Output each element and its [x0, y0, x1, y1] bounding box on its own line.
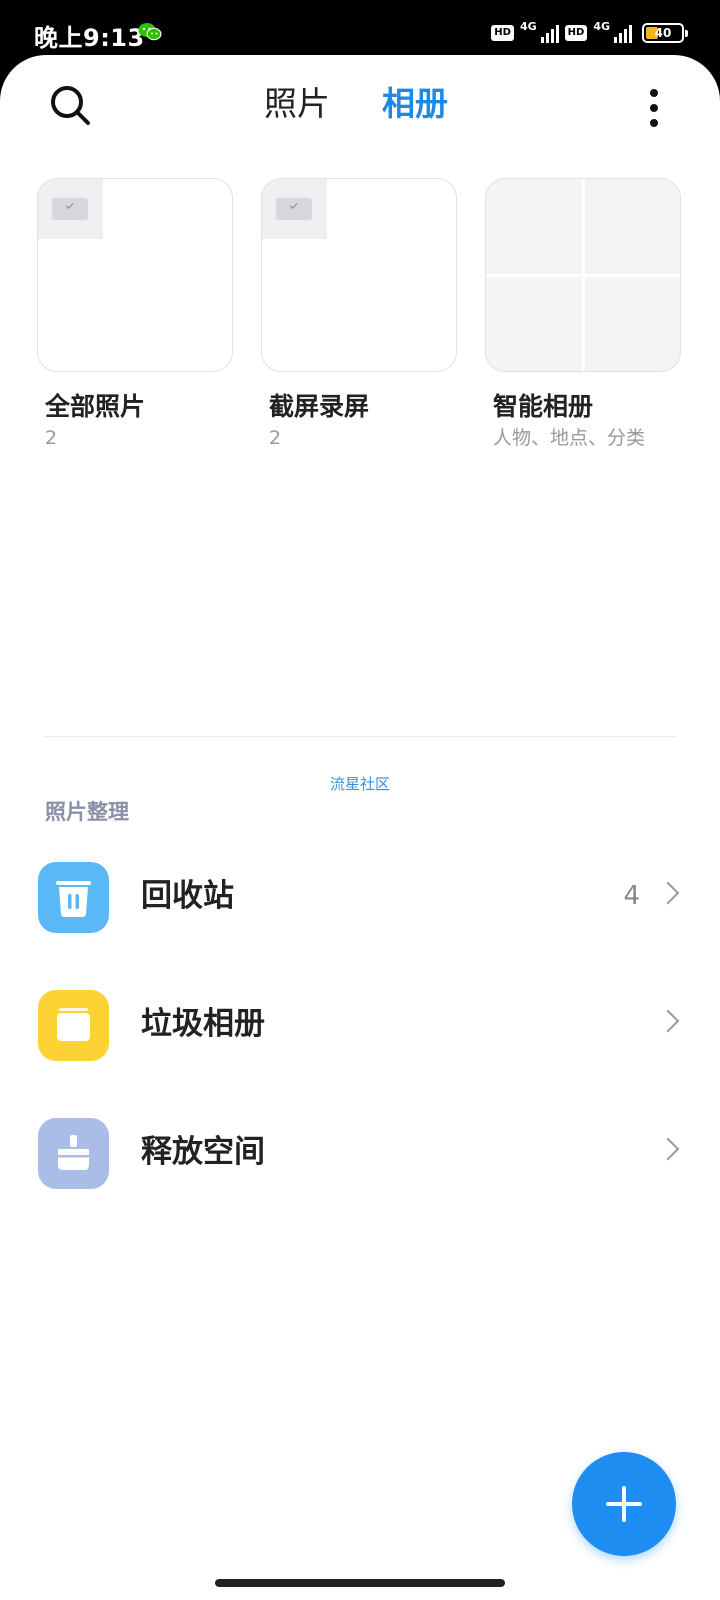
row-label: 释放空间	[141, 1134, 265, 1170]
trash-icon	[38, 862, 109, 933]
more-vertical-icon[interactable]	[640, 85, 668, 131]
album-thumbnail[interactable]	[37, 178, 233, 372]
album-name: 智能相册	[493, 392, 594, 421]
recycle-bin-row[interactable]: 回收站 4	[0, 842, 720, 952]
tab-albums[interactable]: 相册	[382, 81, 448, 127]
junk-album-icon	[38, 990, 109, 1061]
chevron-right-icon	[656, 1137, 680, 1161]
network-type: 4G	[593, 20, 610, 33]
hd-badge: HD	[564, 25, 588, 41]
album-count: 2	[45, 427, 58, 449]
album-thumbnail[interactable]	[485, 178, 681, 372]
junk-album-row[interactable]: 垃圾相册	[0, 970, 720, 1080]
free-space-row[interactable]: 释放空间	[0, 1098, 720, 1208]
status-time: 晚上9:13	[34, 24, 145, 52]
gallery-app: 照片 相册 全部照片 2 截屏录屏 2 智能相册 人物、地点、分类 流星社区 照…	[0, 55, 720, 1600]
chevron-right-icon	[656, 1009, 680, 1033]
top-bar: 照片 相册	[0, 55, 720, 155]
hd-badge: HD	[491, 25, 514, 41]
album-name: 全部照片	[45, 392, 146, 421]
screenshot-thumbnail	[38, 179, 103, 239]
home-indicator[interactable]	[215, 1579, 505, 1587]
watermark: 流星社区	[329, 775, 390, 793]
album-subtitle: 人物、地点、分类	[493, 427, 646, 449]
album-thumbnail[interactable]	[261, 178, 457, 372]
search-icon[interactable]	[48, 83, 94, 129]
section-title: 照片整理	[45, 800, 129, 824]
status-indicators: HD 4G HD 4G 40	[491, 20, 688, 46]
network-type: 4G	[519, 20, 537, 33]
album-screenshots[interactable]: 截屏录屏 2	[261, 178, 457, 452]
album-all-photos[interactable]: 全部照片 2	[37, 178, 233, 452]
battery-icon: 40	[642, 23, 688, 43]
divider	[44, 736, 676, 737]
signal-icon	[614, 23, 632, 43]
album-name: 截屏录屏	[269, 392, 370, 421]
wechat-icon	[138, 22, 162, 42]
album-count: 2	[269, 427, 282, 449]
screenshot-thumbnail	[262, 179, 327, 239]
row-label: 回收站	[141, 878, 234, 914]
tab-photos[interactable]: 照片	[264, 81, 330, 127]
battery-level: 40	[654, 26, 672, 40]
album-smart[interactable]: 智能相册 人物、地点、分类	[485, 178, 681, 452]
plus-icon[interactable]	[572, 1452, 676, 1556]
broom-icon	[38, 1118, 109, 1189]
row-count: 4	[623, 881, 640, 911]
row-label: 垃圾相册	[141, 1006, 265, 1042]
chevron-right-icon	[656, 881, 680, 905]
signal-icon	[540, 23, 559, 43]
